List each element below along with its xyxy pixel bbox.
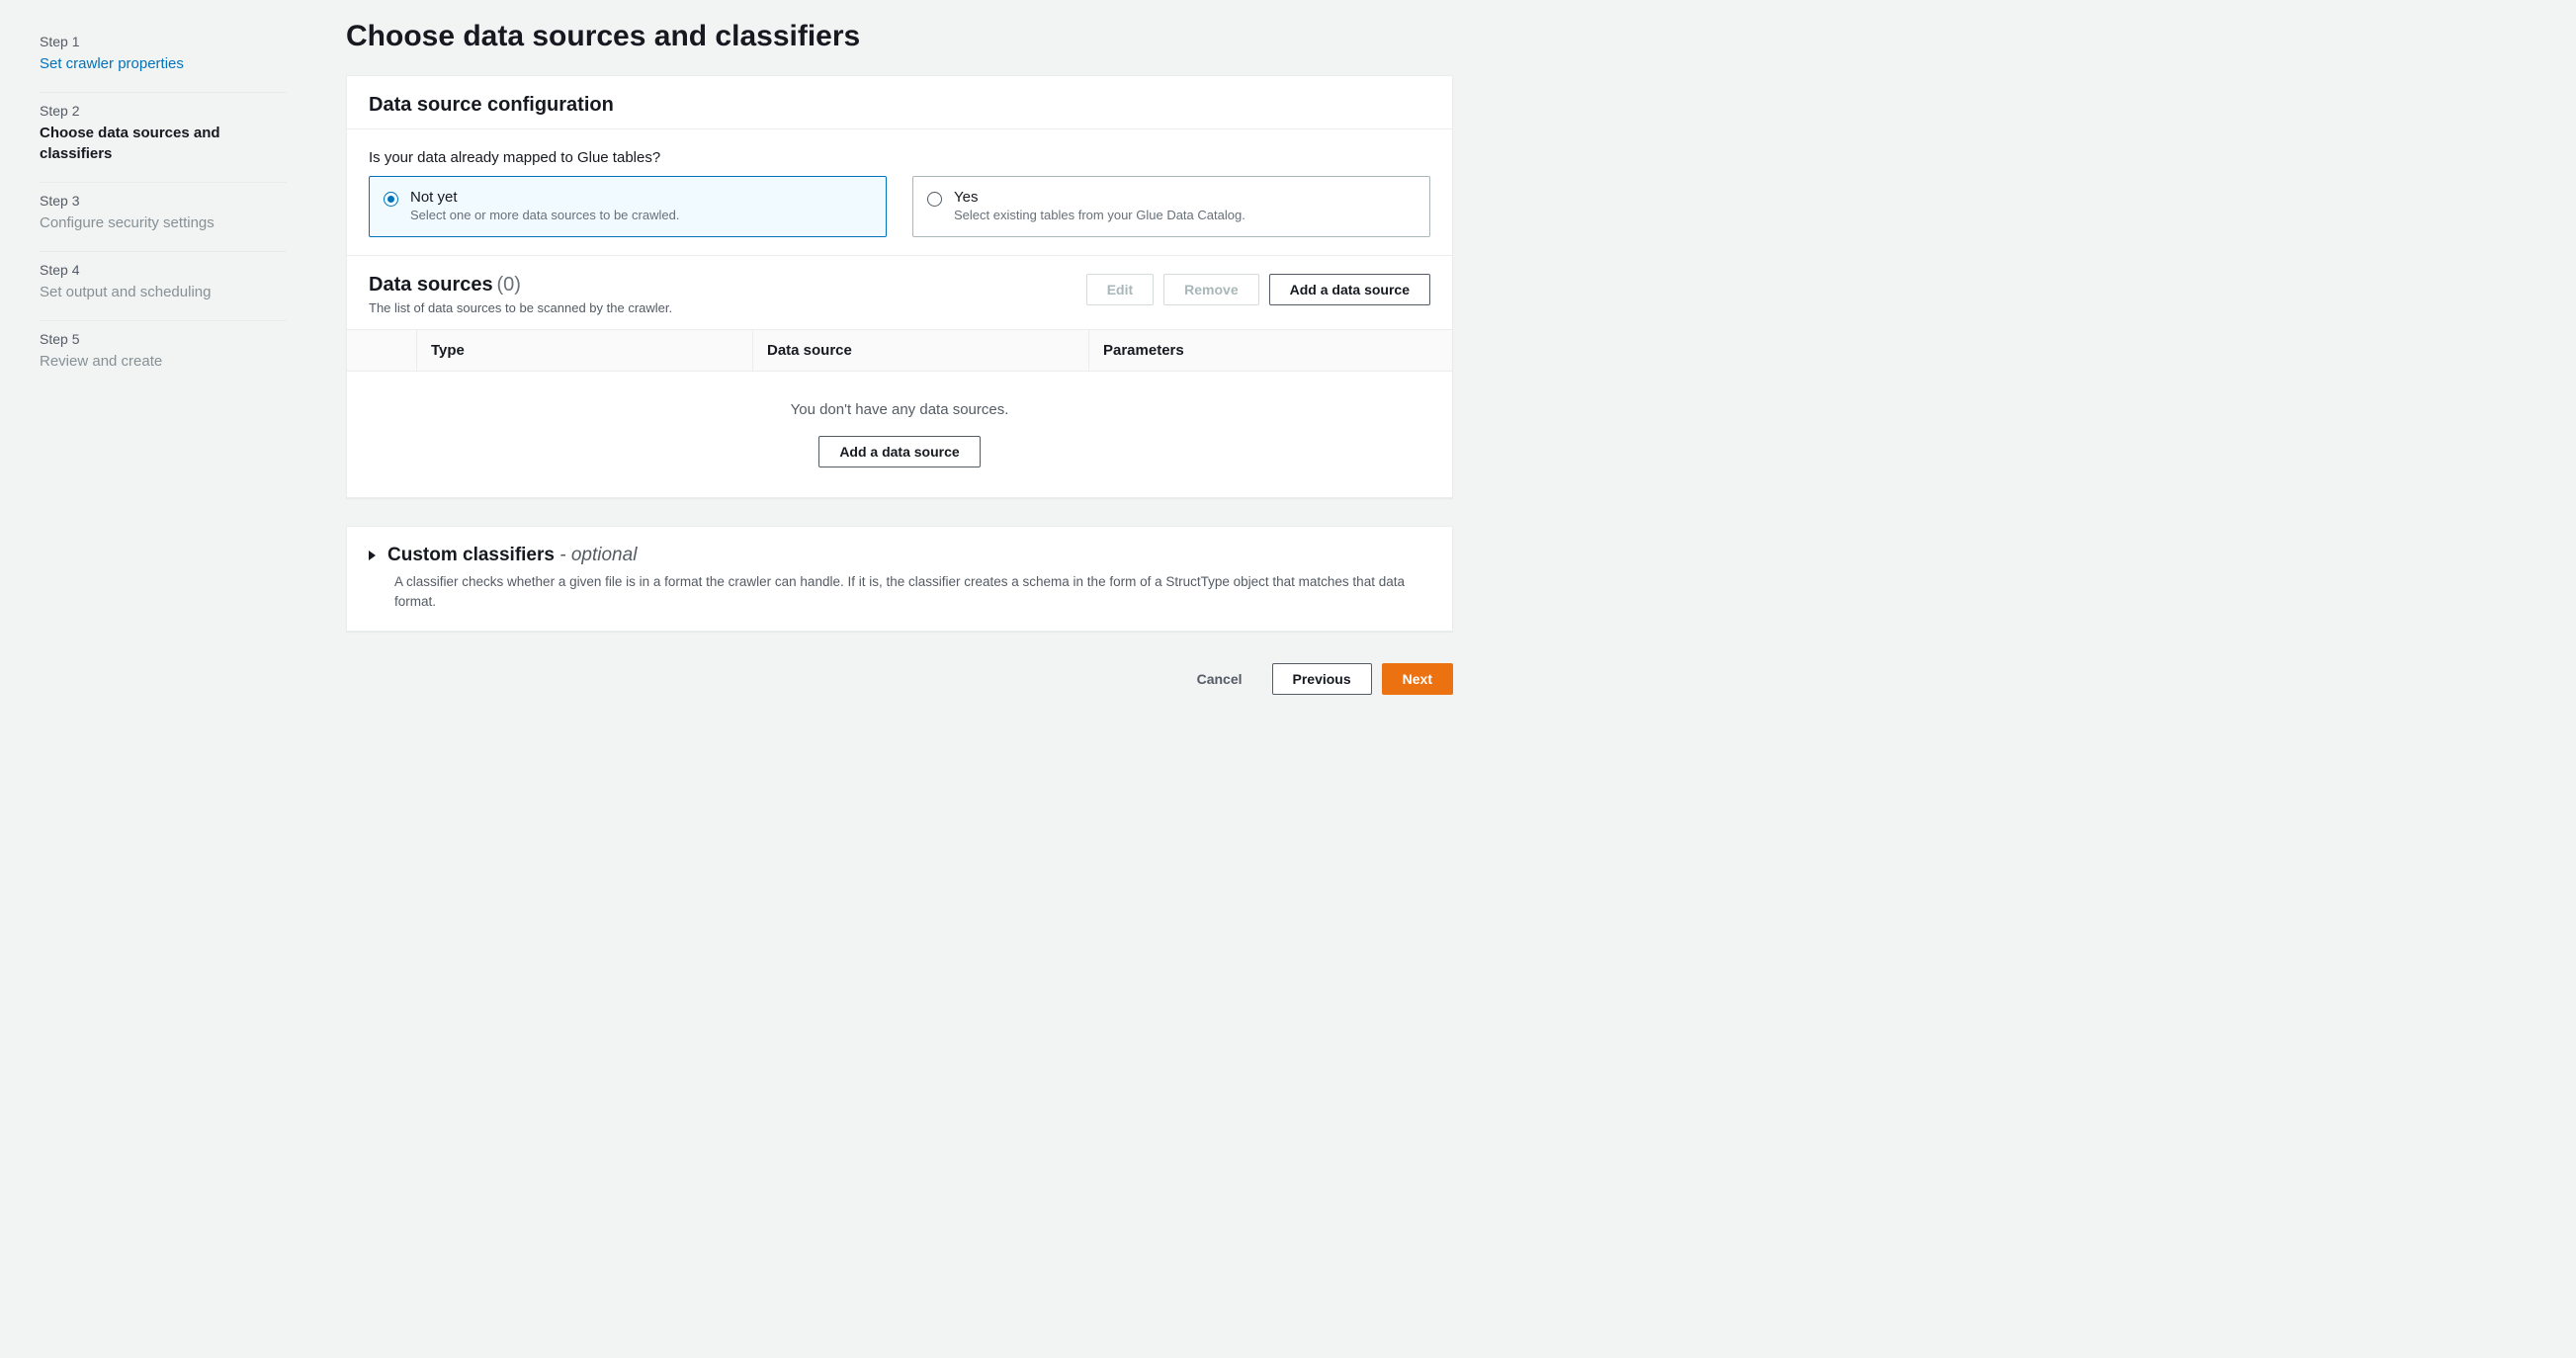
step-4: Step 4 Set output and scheduling — [40, 252, 287, 321]
classifiers-title: Custom classifiers — [387, 545, 555, 565]
col-parameters: Parameters — [1088, 330, 1452, 371]
step-5-title: Review and create — [40, 351, 287, 372]
classifiers-optional: optional — [571, 545, 638, 565]
config-question: Is your data already mapped to Glue tabl… — [369, 149, 1430, 166]
add-data-source-button[interactable]: Add a data source — [1269, 274, 1430, 305]
next-button[interactable]: Next — [1382, 663, 1453, 695]
previous-button[interactable]: Previous — [1272, 663, 1372, 695]
sources-desc: The list of data sources to be scanned b… — [369, 300, 672, 315]
sources-table-header: Type Data source Parameters — [347, 329, 1452, 372]
step-3-number: Step 3 — [40, 193, 287, 209]
custom-classifiers-panel: Custom classifiers - optional A classifi… — [346, 526, 1453, 632]
step-5-number: Step 5 — [40, 331, 287, 347]
step-4-title: Set output and scheduling — [40, 282, 287, 302]
edit-button: Edit — [1086, 274, 1154, 305]
wizard-footer: Cancel Previous Next — [346, 659, 1453, 715]
option-yes-label: Yes — [954, 189, 1245, 206]
option-yes[interactable]: Yes Select existing tables from your Glu… — [912, 176, 1430, 237]
option-not-yet-label: Not yet — [410, 189, 679, 206]
sources-heading: Data sources — [369, 274, 493, 296]
sources-empty-state: You don't have any data sources. Add a d… — [347, 372, 1452, 497]
step-1-number: Step 1 — [40, 34, 287, 49]
radio-icon — [384, 192, 398, 207]
option-not-yet[interactable]: Not yet Select one or more data sources … — [369, 176, 887, 237]
data-source-panel: Data source configuration Is your data a… — [346, 75, 1453, 498]
caret-right-icon — [369, 551, 376, 560]
col-select — [347, 330, 416, 371]
main-content: Choose data sources and classifiers Data… — [346, 20, 1453, 715]
step-1-title: Set crawler properties — [40, 53, 287, 74]
step-1[interactable]: Step 1 Set crawler properties — [40, 24, 287, 93]
add-data-source-empty-button[interactable]: Add a data source — [818, 436, 980, 467]
radio-icon — [927, 192, 942, 207]
cancel-button[interactable]: Cancel — [1177, 664, 1262, 694]
step-2-number: Step 2 — [40, 103, 287, 119]
step-4-number: Step 4 — [40, 262, 287, 278]
classifiers-sep: - — [555, 545, 571, 565]
wizard-sidebar: Step 1 Set crawler properties Step 2 Cho… — [40, 20, 287, 715]
option-yes-desc: Select existing tables from your Glue Da… — [954, 208, 1245, 222]
col-type: Type — [416, 330, 752, 371]
option-not-yet-desc: Select one or more data sources to be cr… — [410, 208, 679, 222]
config-heading: Data source configuration — [369, 94, 1430, 117]
step-2-title: Choose data sources and classifiers — [40, 123, 287, 164]
empty-text: You don't have any data sources. — [347, 401, 1452, 418]
sources-count: (0) — [497, 274, 521, 296]
classifiers-desc: A classifier checks whether a given file… — [394, 572, 1430, 611]
classifiers-expander[interactable]: Custom classifiers - optional — [369, 545, 1430, 566]
col-data-source: Data source — [752, 330, 1088, 371]
page-title: Choose data sources and classifiers — [346, 20, 1453, 53]
step-3: Step 3 Configure security settings — [40, 183, 287, 252]
step-3-title: Configure security settings — [40, 212, 287, 233]
step-2[interactable]: Step 2 Choose data sources and classifie… — [40, 93, 287, 183]
step-5: Step 5 Review and create — [40, 321, 287, 389]
remove-button: Remove — [1163, 274, 1258, 305]
